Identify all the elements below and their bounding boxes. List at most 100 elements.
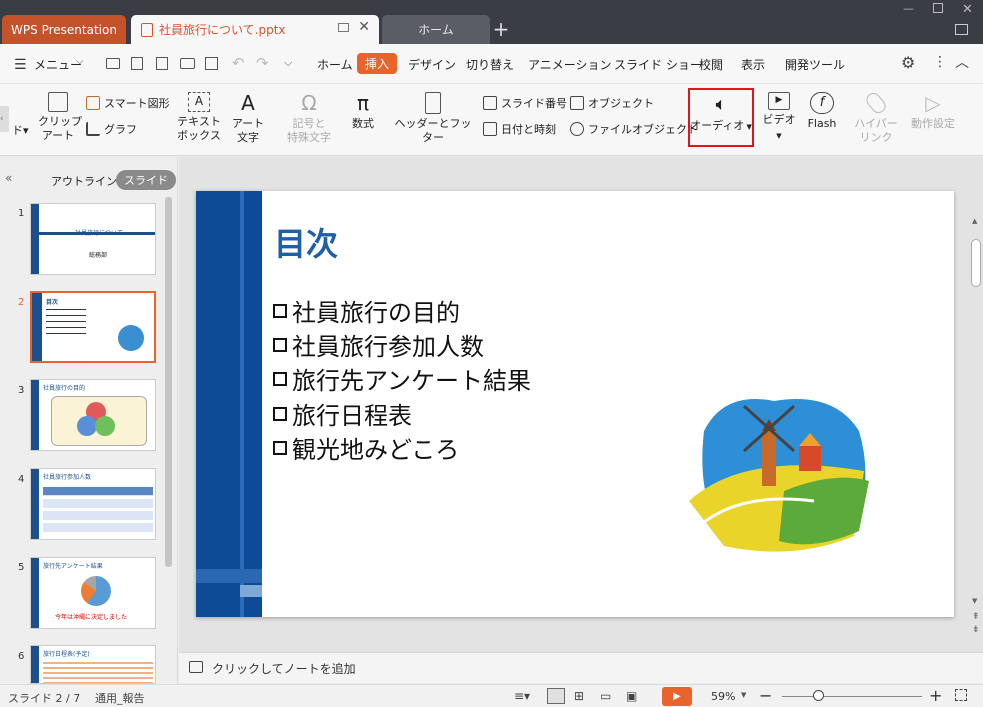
- tab-transitions[interactable]: 切り替え: [466, 56, 514, 73]
- minimize-icon[interactable]: —: [903, 2, 914, 15]
- tab-developer[interactable]: 開発ツール: [785, 56, 845, 73]
- button-label: ハイパー リンク: [854, 117, 898, 144]
- scroll-up-arrow-icon[interactable]: ▲: [972, 217, 977, 225]
- print-preview-icon[interactable]: [205, 57, 218, 70]
- header-footer-button[interactable]: ヘッダーとフッター: [392, 92, 474, 145]
- thumb-subtitle: 総務部: [89, 252, 108, 259]
- truncated-dropdown-icon[interactable]: ド▾: [12, 122, 29, 138]
- notes-toggle-icon[interactable]: ≡▾: [514, 689, 530, 703]
- thumb-title: 社員旅行の目的: [43, 385, 86, 392]
- undo-icon[interactable]: ↶: [232, 54, 245, 72]
- object-button[interactable]: オブジェクト: [570, 95, 654, 111]
- bullet-item[interactable]: 社員旅行の目的: [273, 293, 460, 328]
- pdf-export-icon[interactable]: [156, 57, 168, 70]
- tab-design[interactable]: デザイン: [408, 56, 456, 73]
- tab-wps-presentation[interactable]: WPS Presentation: [2, 15, 126, 44]
- print-icon[interactable]: [180, 58, 195, 69]
- checkbox-bullet-icon: [273, 337, 287, 352]
- zoom-out-icon[interactable]: −: [759, 686, 772, 705]
- notes-area[interactable]: クリックしてノートを追加: [179, 652, 983, 683]
- collapse-ribbon-icon[interactable]: ︿: [955, 52, 969, 72]
- bullet-item[interactable]: 観光地みどころ: [273, 430, 459, 465]
- hamburger-icon[interactable]: ☰: [14, 57, 27, 73]
- zoom-level[interactable]: 59%: [711, 690, 735, 703]
- current-slide[interactable]: 目次 社員旅行の目的 社員旅行参加人数 旅行先アンケート結果 旅行日程表 観光地…: [196, 191, 954, 617]
- tab-view[interactable]: 表示: [741, 56, 765, 73]
- bullet-item[interactable]: 社員旅行参加人数: [273, 327, 484, 362]
- datetime-button[interactable]: 日付と時刻: [483, 121, 556, 137]
- zoom-dropdown-icon[interactable]: ▼: [741, 691, 746, 699]
- tab-review[interactable]: 校閲: [699, 56, 723, 73]
- zoom-slider[interactable]: [782, 696, 922, 697]
- normal-view-icon[interactable]: [547, 688, 565, 704]
- canvas-scrollbar-thumb[interactable]: [971, 239, 981, 287]
- tab-home-ribbon[interactable]: ホーム: [317, 56, 353, 73]
- header-footer-icon: [425, 92, 441, 114]
- bullet-text: 社員旅行の目的: [292, 299, 460, 327]
- reading-view-icon[interactable]: ▭: [600, 689, 611, 703]
- tab-insert[interactable]: 挿入: [357, 53, 398, 74]
- menu-button[interactable]: メニュー: [34, 56, 82, 73]
- slide-thumbnail-6[interactable]: 旅行日程表(予定): [30, 645, 156, 684]
- action-settings-button[interactable]: ▷ 動作設定: [906, 92, 960, 131]
- ribbon-scroll-left-icon[interactable]: ‹: [0, 106, 9, 132]
- slide-title[interactable]: 目次: [274, 219, 338, 265]
- outline-tab[interactable]: アウトライン: [51, 173, 117, 189]
- windmill-clipart-image[interactable]: [684, 381, 874, 561]
- flash-button[interactable]: f Flash: [804, 92, 840, 131]
- panel-scrollbar[interactable]: [165, 197, 172, 567]
- window-restore-icon[interactable]: [338, 23, 349, 32]
- open-folder-icon[interactable]: [106, 58, 120, 69]
- fit-window-icon[interactable]: [955, 689, 967, 701]
- audio-button[interactable]: 🔈︎ オーディオ ▼: [688, 88, 754, 147]
- slide-sorter-icon[interactable]: ⊞: [574, 689, 584, 703]
- slide-number-button[interactable]: スライド番号: [483, 95, 567, 111]
- slideshow-play-button[interactable]: ▶: [662, 687, 692, 706]
- presenter-view-icon[interactable]: ▣: [626, 689, 637, 703]
- next-slide-icon[interactable]: ⇟: [972, 625, 980, 635]
- chevron-down-icon[interactable]: ⌵: [76, 56, 84, 67]
- graph-button[interactable]: グラフ: [86, 121, 137, 137]
- hyperlink-button[interactable]: ハイパー リンク: [852, 90, 900, 145]
- template-name[interactable]: 通用_報告: [95, 690, 145, 706]
- slide-thumbnail-2[interactable]: 目次: [30, 291, 156, 363]
- tab-slideshow[interactable]: スライド ショー: [614, 56, 702, 73]
- redo-icon[interactable]: ↷: [256, 54, 269, 72]
- prev-slide-icon[interactable]: ⇞: [972, 612, 980, 622]
- textbox-button[interactable]: A テキスト ボックス: [176, 92, 222, 143]
- customize-chevron-icon[interactable]: ⌵: [284, 56, 292, 70]
- tab-animations[interactable]: アニメーション: [528, 56, 612, 73]
- slide-thumbnail-5[interactable]: 旅行先アンケート結果 今年は沖縄に決定しました: [30, 557, 156, 629]
- thumb-circle: [95, 416, 115, 436]
- art-text-button[interactable]: A アート 文字: [230, 92, 266, 145]
- file-object-button[interactable]: ファイルオブジェクト: [570, 121, 698, 137]
- button-label: 記号と 特殊文字: [287, 117, 331, 144]
- clip-art-button[interactable]: クリップ アート: [38, 92, 82, 143]
- slides-tab[interactable]: スライド: [116, 170, 176, 190]
- bullet-item[interactable]: 旅行日程表: [273, 396, 412, 431]
- zoom-in-icon[interactable]: +: [929, 686, 942, 705]
- close-window-icon[interactable]: ✕: [962, 2, 973, 17]
- slide-thumbnail-4[interactable]: 社員旅行参加人数: [30, 468, 156, 540]
- save-icon[interactable]: [131, 57, 143, 70]
- settings-gear-icon[interactable]: ⚙: [901, 53, 915, 72]
- new-tab-button[interactable]: +: [490, 18, 512, 40]
- flash-icon: f: [810, 92, 834, 114]
- symbol-button[interactable]: Ω 記号と 特殊文字: [280, 92, 338, 145]
- close-tab-icon[interactable]: ✕: [358, 19, 370, 35]
- slide-number-icon: [483, 96, 497, 110]
- maximize-icon[interactable]: [933, 3, 943, 13]
- collapse-panel-icon[interactable]: «: [5, 171, 12, 185]
- tab-home[interactable]: ホーム: [382, 15, 490, 44]
- tab-document[interactable]: 社員旅行について.pptx ✕: [131, 15, 379, 44]
- bullet-item[interactable]: 旅行先アンケート結果: [273, 361, 531, 396]
- formula-button[interactable]: π 数式: [346, 92, 380, 131]
- zoom-slider-handle[interactable]: [813, 690, 824, 701]
- video-button[interactable]: ▶ ビデオ ▼: [760, 92, 798, 143]
- slide-thumbnail-3[interactable]: 社員旅行の目的: [30, 379, 156, 451]
- smart-shape-button[interactable]: スマート図形: [86, 95, 170, 111]
- scroll-down-arrow-icon[interactable]: ▼: [972, 597, 977, 605]
- slide-thumbnail-1[interactable]: 社員旅行について 総務部: [30, 203, 156, 275]
- more-options-icon[interactable]: ⋮: [933, 54, 947, 70]
- window-layout-icon[interactable]: [955, 24, 968, 35]
